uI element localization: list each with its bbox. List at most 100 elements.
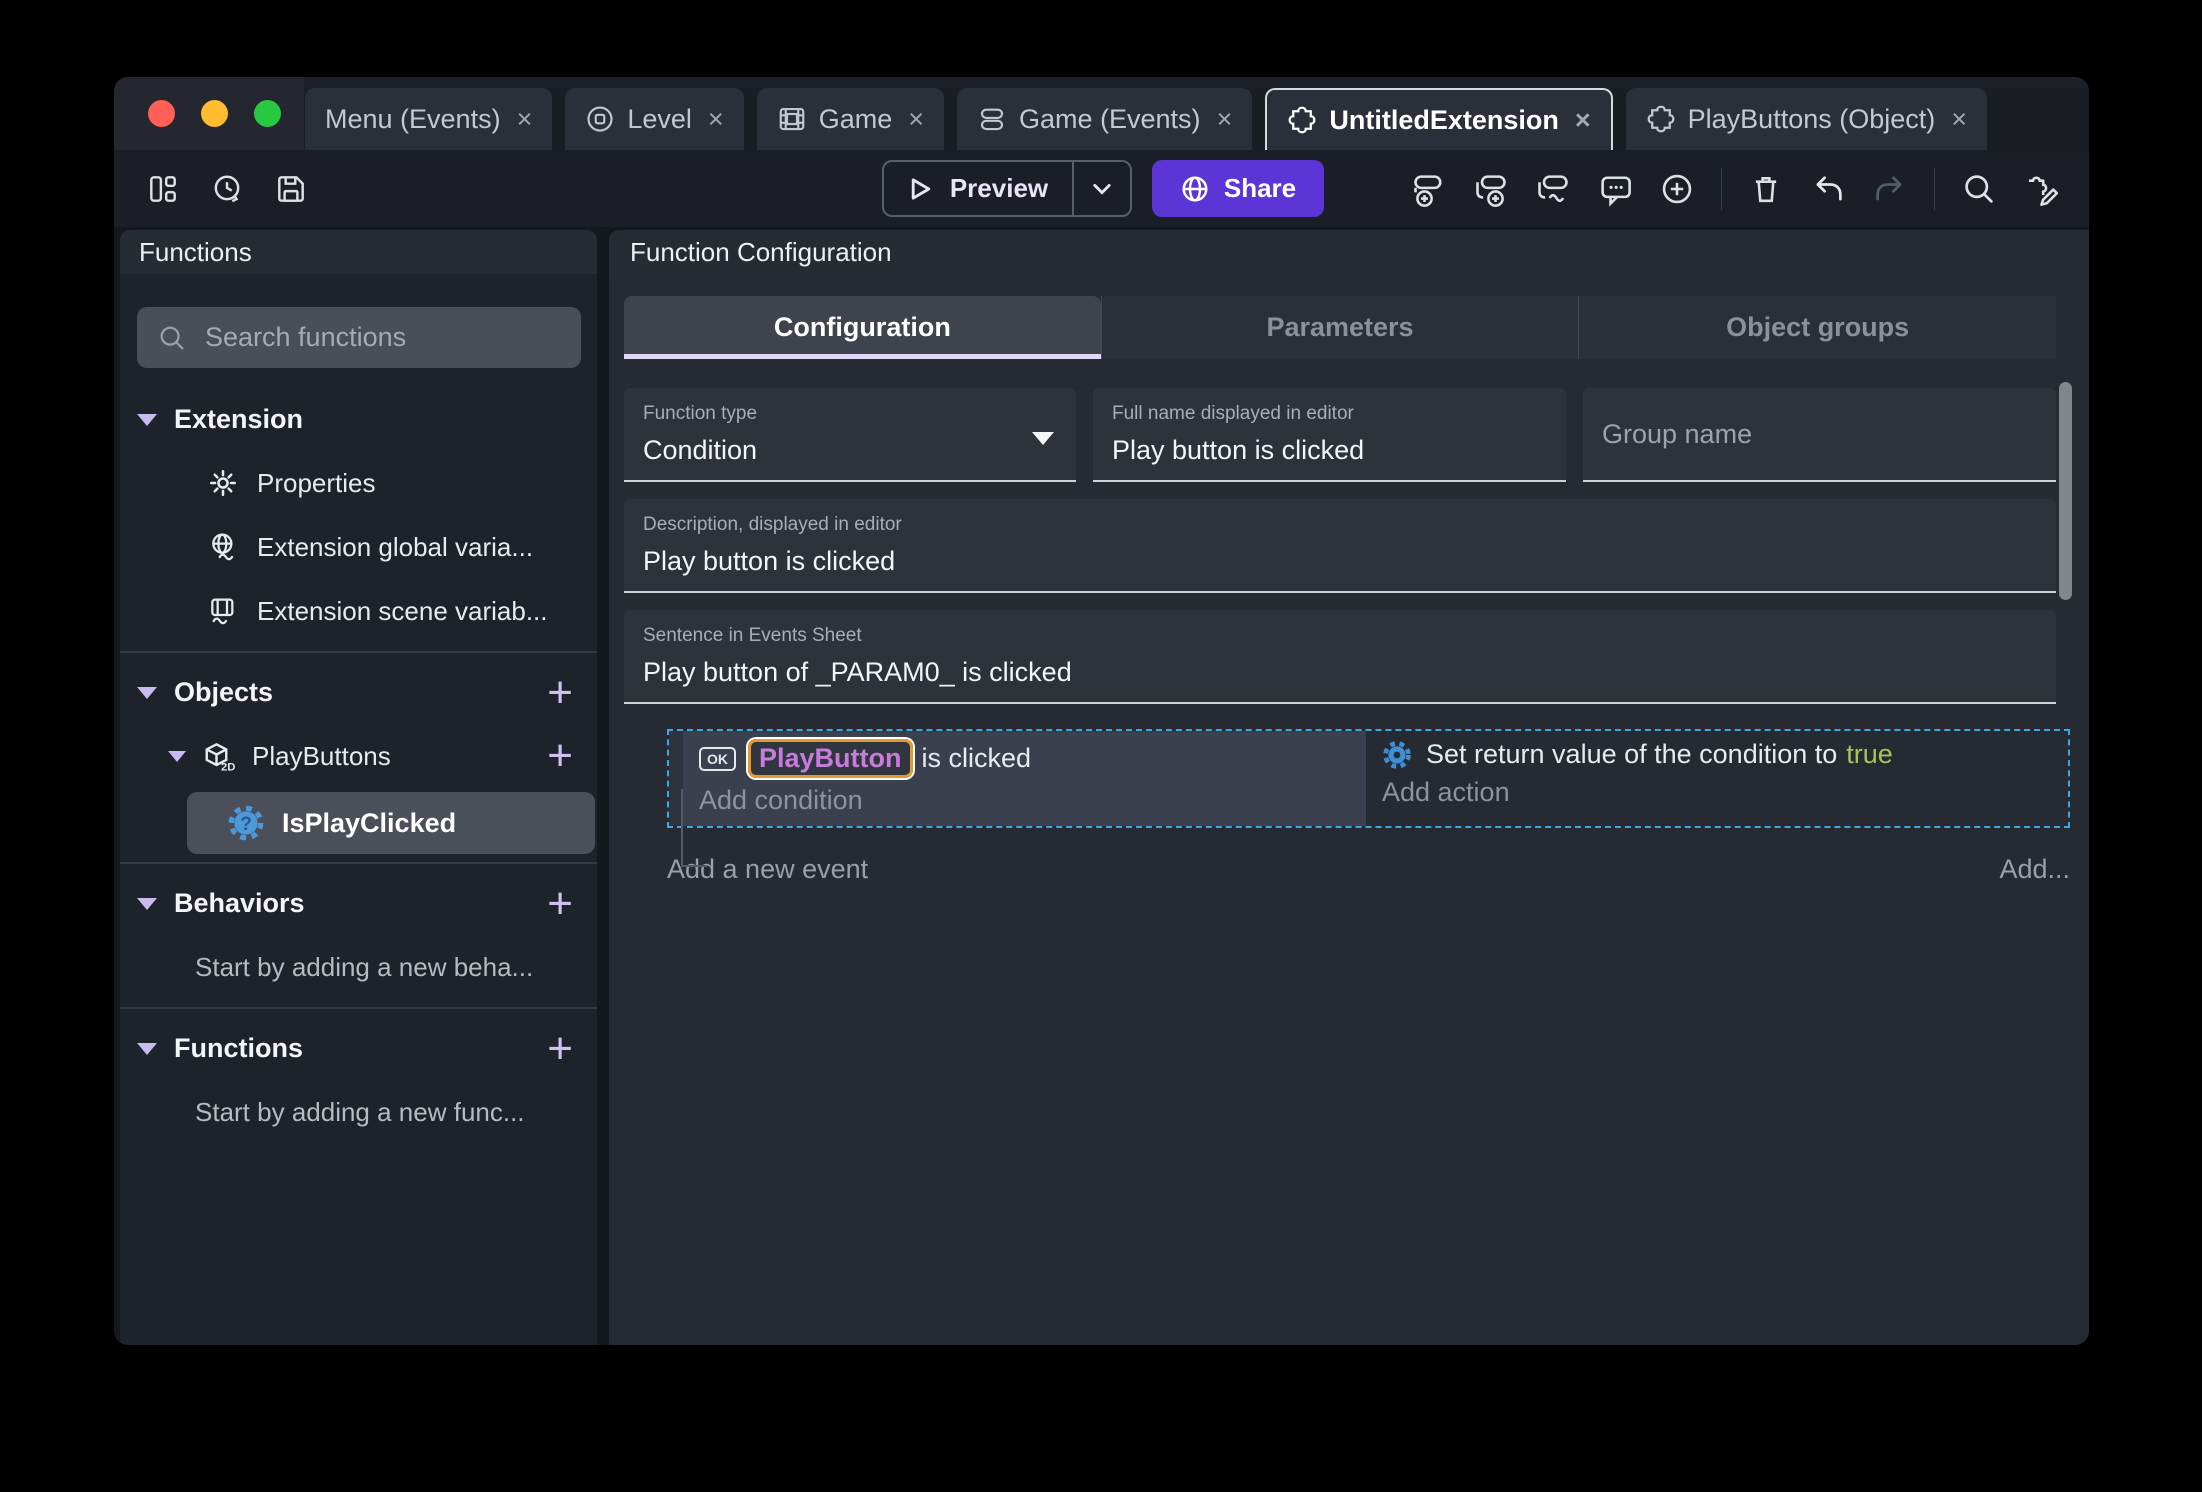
sentence-field[interactable]: Sentence in Events Sheet Play button of … — [624, 610, 2056, 704]
chevron-down-icon[interactable] — [137, 413, 157, 426]
configuration-tabs: Configuration Parameters Object groups — [624, 296, 2057, 359]
comment-icon[interactable] — [1597, 171, 1633, 207]
condition-object-chip[interactable]: PlayButton — [748, 739, 913, 778]
action-value-true[interactable]: true — [1846, 739, 1893, 770]
action-gear-icon — [1382, 740, 1412, 770]
section-functions[interactable]: Functions + — [120, 1017, 597, 1080]
save-icon[interactable] — [274, 172, 308, 206]
chevron-down-icon[interactable] — [137, 1042, 157, 1055]
add-object-function-button[interactable]: + — [547, 734, 573, 778]
tab-label: Menu (Events) — [325, 103, 501, 134]
vertical-scrollbar[interactable] — [2059, 382, 2072, 600]
preview-button[interactable]: Preview — [882, 160, 1132, 217]
tab-label: UntitledExtension — [1329, 104, 1559, 135]
toolbar-right-group — [1411, 150, 2061, 227]
preview-label: Preview — [949, 173, 1049, 203]
gear-icon — [205, 467, 241, 499]
tab-game[interactable]: Game × — [756, 88, 944, 150]
tab-configuration[interactable]: Configuration — [624, 296, 1101, 359]
toolbar-divider — [1721, 167, 1722, 210]
add-object-button[interactable]: + — [547, 670, 573, 715]
tab-parameters[interactable]: Parameters — [1100, 296, 1579, 359]
event-tree-connector — [681, 789, 707, 867]
sidebar-item-properties[interactable]: Properties — [120, 451, 597, 515]
add-action-button[interactable]: Add action — [1382, 777, 2052, 808]
search-placeholder: Search functions — [205, 322, 407, 352]
section-behaviors[interactable]: Behaviors + — [120, 872, 597, 935]
tab-label: Game — [818, 103, 893, 134]
add-behavior-button[interactable]: + — [547, 881, 573, 926]
tab-label: Level — [627, 103, 692, 134]
globe-variable-icon — [205, 531, 241, 563]
sidebar-divider — [120, 1007, 597, 1009]
condition-line[interactable]: OK PlayButton is clicked — [699, 739, 1350, 778]
history-icon[interactable] — [210, 172, 244, 206]
tab-object-groups[interactable]: Object groups — [1578, 296, 2057, 359]
functions-sidebar: Functions Search functions Extension Pro… — [120, 230, 597, 1345]
preview-dropdown-button[interactable] — [1072, 162, 1130, 215]
window-controls — [114, 77, 304, 150]
redo-icon[interactable] — [1872, 171, 1908, 207]
function-type-select[interactable]: Function type Condition — [624, 388, 1076, 482]
sidebar-item-playbuttons[interactable]: 2D PlayButtons + — [120, 724, 597, 788]
add-subevent-icon[interactable] — [1473, 171, 1509, 207]
close-icon[interactable]: × — [517, 105, 533, 133]
tab-menu-events[interactable]: Menu (Events) × — [305, 88, 553, 150]
film-icon — [777, 104, 807, 134]
tab-playbuttons-object[interactable]: PlayButtons (Object) × — [1625, 88, 1988, 150]
add-function-button[interactable]: + — [547, 1026, 573, 1071]
zoom-window-button[interactable] — [254, 100, 281, 127]
main-body: Configuration Parameters Object groups F… — [609, 274, 2089, 1345]
conditions-column[interactable]: OK PlayButton is clicked Add condition — [683, 731, 1366, 826]
preview-button-main[interactable]: Preview — [884, 173, 1072, 204]
event-row-selected[interactable]: OK PlayButton is clicked Add condition S… — [667, 729, 2070, 828]
toolbar: Preview Share — [114, 150, 2089, 227]
sidebar-item-isplayclicked[interactable]: ? IsPlayClicked — [187, 792, 595, 854]
edit-extension-icon[interactable] — [2023, 170, 2061, 208]
section-extension[interactable]: Extension — [120, 388, 597, 451]
form-row: Function type Condition Full name displa… — [624, 388, 2056, 482]
chevron-down-icon[interactable] — [137, 686, 157, 699]
description-field[interactable]: Description, displayed in editor Play bu… — [624, 499, 2056, 593]
close-icon[interactable]: × — [908, 105, 924, 133]
close-icon[interactable]: × — [1951, 105, 1967, 133]
close-icon[interactable]: × — [708, 105, 724, 133]
object-2d-cube-icon: 2D — [200, 738, 236, 774]
dropdown-arrow-icon — [1032, 432, 1054, 445]
search-functions-input[interactable]: Search functions — [137, 307, 581, 368]
events-sheet: OK PlayButton is clicked Add condition S… — [667, 729, 2070, 885]
sidebar-item-extension-scene-variables[interactable]: Extension scene variab... — [120, 579, 597, 643]
section-objects[interactable]: Objects + — [120, 661, 597, 724]
search-icon[interactable] — [1961, 171, 1997, 207]
app-window: Menu (Events) × Level × Game × Game (Eve… — [114, 77, 2089, 1345]
full-name-field[interactable]: Full name displayed in editor Play butto… — [1093, 388, 1566, 482]
share-button[interactable]: Share — [1152, 160, 1324, 217]
close-window-button[interactable] — [148, 100, 175, 127]
panels-layout-icon[interactable] — [146, 172, 180, 206]
delete-icon[interactable] — [1748, 171, 1784, 207]
tab-untitled-extension[interactable]: UntitledExtension × — [1265, 88, 1613, 150]
function-configuration-panel: Function Configuration Configuration Par… — [609, 230, 2089, 1345]
tab-level[interactable]: Level × — [565, 88, 744, 150]
add-circle-icon[interactable] — [1659, 171, 1695, 207]
sidebar-divider — [120, 651, 597, 653]
toolbar-divider — [1934, 167, 1935, 210]
close-icon[interactable]: × — [1217, 105, 1233, 133]
add-condition-button[interactable]: Add condition — [699, 785, 1350, 816]
undo-icon[interactable] — [1810, 171, 1846, 207]
tab-strip: Menu (Events) × Level × Game × Game (Eve… — [304, 88, 2089, 150]
behaviors-empty-text: Start by adding a new beha... — [195, 951, 534, 982]
add-more-button[interactable]: Add... — [1999, 854, 2070, 885]
chevron-down-icon[interactable] — [137, 897, 157, 910]
action-line[interactable]: Set return value of the condition to tru… — [1382, 739, 2052, 770]
sidebar-item-extension-global-variables[interactable]: Extension global varia... — [120, 515, 597, 579]
actions-column[interactable]: Set return value of the condition to tru… — [1366, 731, 2068, 826]
minimize-window-button[interactable] — [201, 100, 228, 127]
chevron-down-icon[interactable] — [168, 750, 186, 762]
add-event-icon[interactable] — [1411, 171, 1447, 207]
tab-game-events[interactable]: Game (Events) × — [957, 88, 1253, 150]
group-name-field[interactable]: Group name — [1583, 388, 2056, 482]
tab-label: Game (Events) — [1019, 103, 1201, 134]
close-icon[interactable]: × — [1575, 106, 1591, 134]
add-condition-icon[interactable] — [1535, 171, 1571, 207]
